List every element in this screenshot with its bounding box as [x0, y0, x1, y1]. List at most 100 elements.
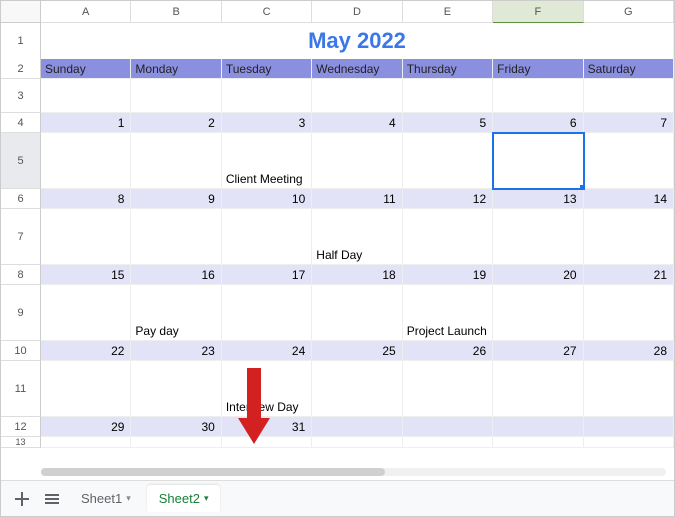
- fill-handle[interactable]: [580, 185, 584, 189]
- sheet-tab-sheet1[interactable]: Sheet1 ▾: [69, 485, 143, 512]
- event-cell[interactable]: [312, 285, 402, 341]
- row-header-2[interactable]: 2: [1, 59, 41, 79]
- col-header-B[interactable]: B: [131, 1, 221, 23]
- date-cell[interactable]: [584, 417, 674, 437]
- dayname-wednesday[interactable]: Wednesday: [312, 59, 402, 79]
- event-cell[interactable]: [41, 285, 131, 341]
- event-cell[interactable]: [493, 79, 583, 113]
- row-header-7[interactable]: 7: [1, 209, 41, 265]
- date-cell[interactable]: 6: [493, 113, 583, 133]
- event-cell[interactable]: [131, 133, 221, 189]
- event-cell[interactable]: [584, 285, 674, 341]
- date-cell[interactable]: [403, 417, 493, 437]
- date-cell[interactable]: [312, 417, 402, 437]
- event-cell[interactable]: [403, 133, 493, 189]
- date-cell[interactable]: 18: [312, 265, 402, 285]
- date-cell[interactable]: 22: [41, 341, 131, 361]
- date-cell[interactable]: [493, 417, 583, 437]
- event-cell[interactable]: [131, 361, 221, 417]
- event-cell[interactable]: [493, 209, 583, 265]
- date-cell[interactable]: 12: [403, 189, 493, 209]
- date-cell[interactable]: 17: [222, 265, 312, 285]
- date-cell[interactable]: 1: [41, 113, 131, 133]
- dayname-tuesday[interactable]: Tuesday: [222, 59, 312, 79]
- event-cell[interactable]: [131, 209, 221, 265]
- date-cell[interactable]: 10: [222, 189, 312, 209]
- sheet-tab-sheet2[interactable]: Sheet2 ▾: [147, 485, 221, 512]
- date-cell[interactable]: 3: [222, 113, 312, 133]
- event-cell[interactable]: [131, 437, 221, 448]
- row-header-9[interactable]: 9: [1, 285, 41, 341]
- date-cell[interactable]: 5: [403, 113, 493, 133]
- select-all-corner[interactable]: [1, 1, 41, 23]
- date-cell[interactable]: 30: [131, 417, 221, 437]
- date-cell[interactable]: 25: [312, 341, 402, 361]
- col-header-F[interactable]: F: [493, 1, 583, 23]
- event-cell[interactable]: [41, 209, 131, 265]
- row-header-3[interactable]: 3: [1, 79, 41, 113]
- event-cell[interactable]: Pay day: [131, 285, 221, 341]
- event-cell[interactable]: Client Meeting: [222, 133, 312, 189]
- col-header-C[interactable]: C: [222, 1, 312, 23]
- all-sheets-button[interactable]: [39, 486, 65, 512]
- date-cell[interactable]: 9: [131, 189, 221, 209]
- date-cell[interactable]: 8: [41, 189, 131, 209]
- selected-cell[interactable]: [493, 133, 583, 189]
- col-header-G[interactable]: G: [584, 1, 674, 23]
- date-cell[interactable]: 20: [493, 265, 583, 285]
- row-header-8[interactable]: 8: [1, 265, 41, 285]
- date-cell[interactable]: 13: [493, 189, 583, 209]
- event-cell[interactable]: [312, 361, 402, 417]
- date-cell[interactable]: 14: [584, 189, 674, 209]
- event-cell[interactable]: [222, 209, 312, 265]
- event-cell[interactable]: [312, 133, 402, 189]
- event-cell[interactable]: [403, 437, 493, 448]
- event-cell[interactable]: [584, 361, 674, 417]
- event-cell[interactable]: Project Launch: [403, 285, 493, 341]
- date-cell[interactable]: 19: [403, 265, 493, 285]
- event-cell[interactable]: [41, 79, 131, 113]
- event-cell[interactable]: [41, 361, 131, 417]
- dayname-friday[interactable]: Friday: [493, 59, 583, 79]
- event-cell[interactable]: [222, 285, 312, 341]
- col-header-D[interactable]: D: [312, 1, 402, 23]
- row-header-13[interactable]: 13: [1, 437, 41, 448]
- date-cell[interactable]: 26: [403, 341, 493, 361]
- row-header-4[interactable]: 4: [1, 113, 41, 133]
- event-cell[interactable]: [131, 79, 221, 113]
- date-cell[interactable]: 23: [131, 341, 221, 361]
- row-header-5[interactable]: 5: [1, 133, 41, 189]
- dayname-sunday[interactable]: Sunday: [41, 59, 131, 79]
- date-cell[interactable]: 24: [222, 341, 312, 361]
- dayname-thursday[interactable]: Thursday: [403, 59, 493, 79]
- event-cell[interactable]: [41, 133, 131, 189]
- date-cell[interactable]: 29: [41, 417, 131, 437]
- row-header-10[interactable]: 10: [1, 341, 41, 361]
- event-cell[interactable]: [493, 437, 583, 448]
- event-cell[interactable]: [41, 437, 131, 448]
- add-sheet-button[interactable]: [9, 486, 35, 512]
- date-cell[interactable]: 28: [584, 341, 674, 361]
- event-cell[interactable]: [222, 79, 312, 113]
- event-cell[interactable]: [584, 133, 674, 189]
- row-header-11[interactable]: 11: [1, 361, 41, 417]
- dayname-monday[interactable]: Monday: [131, 59, 221, 79]
- event-cell[interactable]: Half Day: [312, 209, 402, 265]
- date-cell[interactable]: 2: [131, 113, 221, 133]
- horizontal-scrollbar[interactable]: [41, 466, 666, 478]
- event-cell[interactable]: [584, 437, 674, 448]
- dayname-saturday[interactable]: Saturday: [584, 59, 674, 79]
- date-cell[interactable]: 15: [41, 265, 131, 285]
- date-cell[interactable]: 16: [131, 265, 221, 285]
- event-cell[interactable]: [493, 361, 583, 417]
- col-header-E[interactable]: E: [403, 1, 493, 23]
- row-header-12[interactable]: 12: [1, 417, 41, 437]
- event-cell[interactable]: [493, 285, 583, 341]
- date-cell[interactable]: 27: [493, 341, 583, 361]
- event-cell[interactable]: [312, 79, 402, 113]
- event-cell[interactable]: [403, 361, 493, 417]
- row-header-1[interactable]: 1: [1, 23, 41, 60]
- event-cell[interactable]: [403, 79, 493, 113]
- event-cell[interactable]: [312, 437, 402, 448]
- calendar-title[interactable]: May 2022: [41, 23, 674, 60]
